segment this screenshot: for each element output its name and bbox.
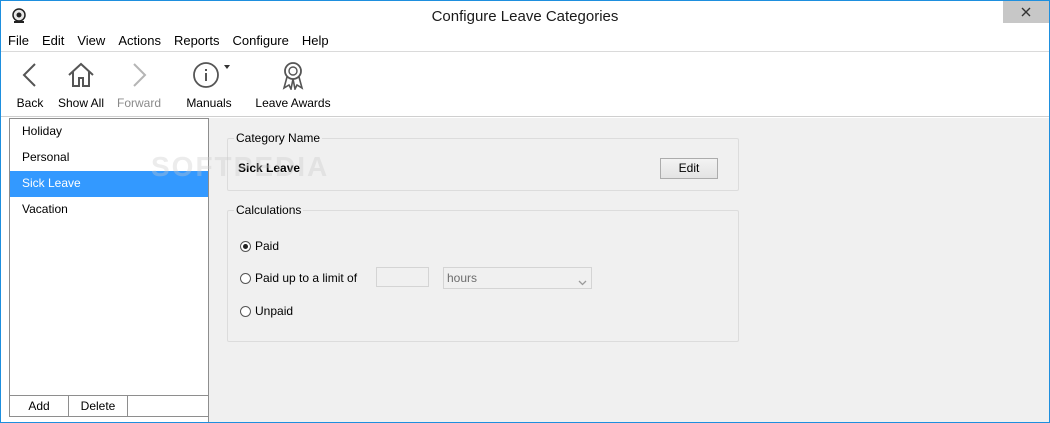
category-name-value: Sick Leave <box>238 161 301 175</box>
list-item-sick-leave[interactable]: Sick Leave <box>10 171 208 197</box>
menu-file[interactable]: File <box>1 31 35 51</box>
menu-configure[interactable]: Configure <box>225 31 294 51</box>
toolbar: Back Show All Forward Manuals Leave Awar… <box>1 52 1049 117</box>
list-item-holiday[interactable]: Holiday <box>10 119 208 145</box>
unit-dropdown-value: hours <box>447 271 478 285</box>
category-list[interactable]: Holiday Personal Sick Leave Vacation <box>9 118 209 396</box>
manuals-label: Manuals <box>186 96 232 110</box>
radio-button[interactable] <box>240 272 251 284</box>
limit-input[interactable] <box>376 267 429 287</box>
menu-view[interactable]: View <box>70 31 111 51</box>
show-all-label: Show All <box>57 96 105 110</box>
menu-help[interactable]: Help <box>295 31 335 51</box>
category-name-group: Category Name Sick Leave Edit <box>227 131 739 191</box>
window-title: Configure Leave Categories <box>431 8 619 25</box>
app-window: Configure Leave Categories File Edit Vie… <box>0 0 1050 423</box>
info-icon <box>187 57 231 93</box>
category-list-footer: Add Delete <box>9 395 209 417</box>
radio-unpaid[interactable]: Unpaid <box>240 304 293 318</box>
back-label: Back <box>16 96 44 110</box>
radio-unpaid-label: Unpaid <box>255 304 294 318</box>
chevron-right-icon <box>129 57 149 93</box>
manuals-button[interactable]: Manuals <box>184 52 234 116</box>
radio-button-checked[interactable] <box>240 240 251 252</box>
leave-awards-label: Leave Awards <box>255 96 331 110</box>
menu-bar: File Edit View Actions Reports Configure… <box>1 31 1049 52</box>
show-all-button[interactable]: Show All <box>56 52 106 116</box>
forward-label: Forward <box>116 96 161 110</box>
radio-paid[interactable]: Paid <box>240 239 279 253</box>
close-button[interactable] <box>1003 1 1049 23</box>
list-item-personal[interactable]: Personal <box>10 145 208 171</box>
award-ribbon-icon <box>279 57 307 93</box>
delete-button[interactable]: Delete <box>69 396 128 416</box>
category-name-group-label: Category Name <box>234 131 323 145</box>
details-panel: Category Name Sick Leave Edit Calculatio… <box>208 118 1049 422</box>
menu-edit[interactable]: Edit <box>35 31 70 51</box>
list-item-vacation[interactable]: Vacation <box>10 197 208 223</box>
add-button[interactable]: Add <box>10 396 69 416</box>
radio-button[interactable] <box>240 305 251 317</box>
leave-awards-button[interactable]: Leave Awards <box>255 52 331 116</box>
forward-button[interactable]: Forward <box>116 52 162 116</box>
menu-actions[interactable]: Actions <box>111 31 167 51</box>
close-icon <box>1021 7 1031 17</box>
chevron-left-icon <box>20 57 40 93</box>
calculations-group-label: Calculations <box>234 203 304 217</box>
edit-button[interactable]: Edit <box>660 158 718 179</box>
radio-paid-limit[interactable]: Paid up to a limit of <box>240 271 357 285</box>
radio-paid-limit-label: Paid up to a limit of <box>255 271 358 285</box>
chevron-down-icon <box>578 273 587 293</box>
unit-dropdown[interactable]: hours <box>443 267 592 289</box>
calculations-group: Calculations Paid Paid up to a limit of … <box>227 203 739 342</box>
back-button[interactable]: Back <box>15 52 45 116</box>
title-bar[interactable]: Configure Leave Categories <box>1 1 1049 31</box>
home-icon <box>66 57 96 93</box>
radio-paid-label: Paid <box>255 239 280 253</box>
menu-reports[interactable]: Reports <box>167 31 226 51</box>
